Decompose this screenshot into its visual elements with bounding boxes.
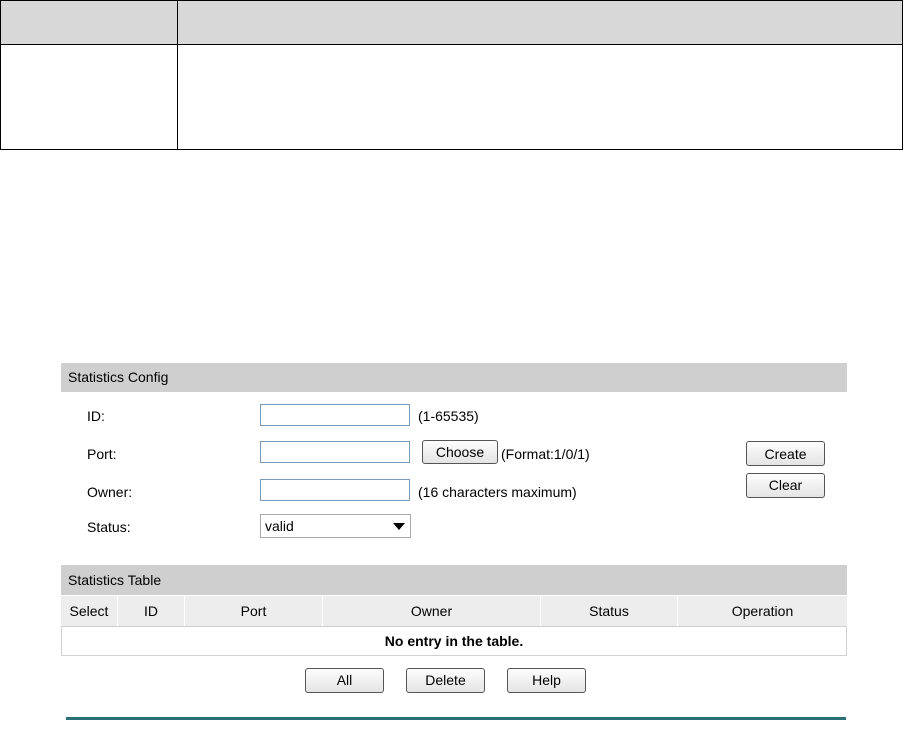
id-input[interactable]: [260, 404, 410, 426]
doc-table-divider: [177, 1, 178, 149]
col-operation: Operation: [731, 603, 794, 619]
all-button[interactable]: All: [305, 668, 384, 693]
owner-hint: (16 characters maximum): [418, 484, 577, 500]
port-hint: (Format:1/0/1): [501, 446, 590, 462]
statistics-table-header: Statistics Table: [61, 565, 847, 595]
table-column-headers: Select ID Port Owner Status Operation: [61, 596, 847, 626]
col-port: Port: [185, 596, 323, 626]
id-label: ID:: [87, 408, 105, 424]
status-label: Status:: [87, 519, 131, 535]
col-owner: Owner: [323, 596, 541, 626]
status-select[interactable]: valid: [260, 514, 411, 538]
col-status: Status: [541, 596, 678, 626]
owner-label: Owner:: [87, 484, 133, 500]
chevron-down-icon: [393, 523, 405, 530]
empty-table-message: No entry in the table.: [61, 626, 847, 656]
port-input[interactable]: [260, 441, 410, 463]
doc-table-header: [1, 1, 902, 45]
col-select: Select: [61, 596, 118, 626]
port-label: Port:: [87, 446, 117, 462]
help-button[interactable]: Help: [507, 668, 586, 693]
delete-button[interactable]: Delete: [406, 668, 485, 693]
choose-button[interactable]: Choose: [422, 440, 498, 464]
col-id: ID: [118, 596, 185, 626]
owner-input[interactable]: [260, 479, 410, 501]
statistics-config-header: Statistics Config: [61, 363, 847, 392]
create-button[interactable]: Create: [746, 441, 825, 466]
status-select-value: valid: [265, 518, 294, 534]
id-hint: (1-65535): [418, 408, 479, 424]
bottom-divider: [66, 717, 846, 720]
doc-table: [0, 0, 903, 150]
clear-button[interactable]: Clear: [746, 473, 825, 498]
